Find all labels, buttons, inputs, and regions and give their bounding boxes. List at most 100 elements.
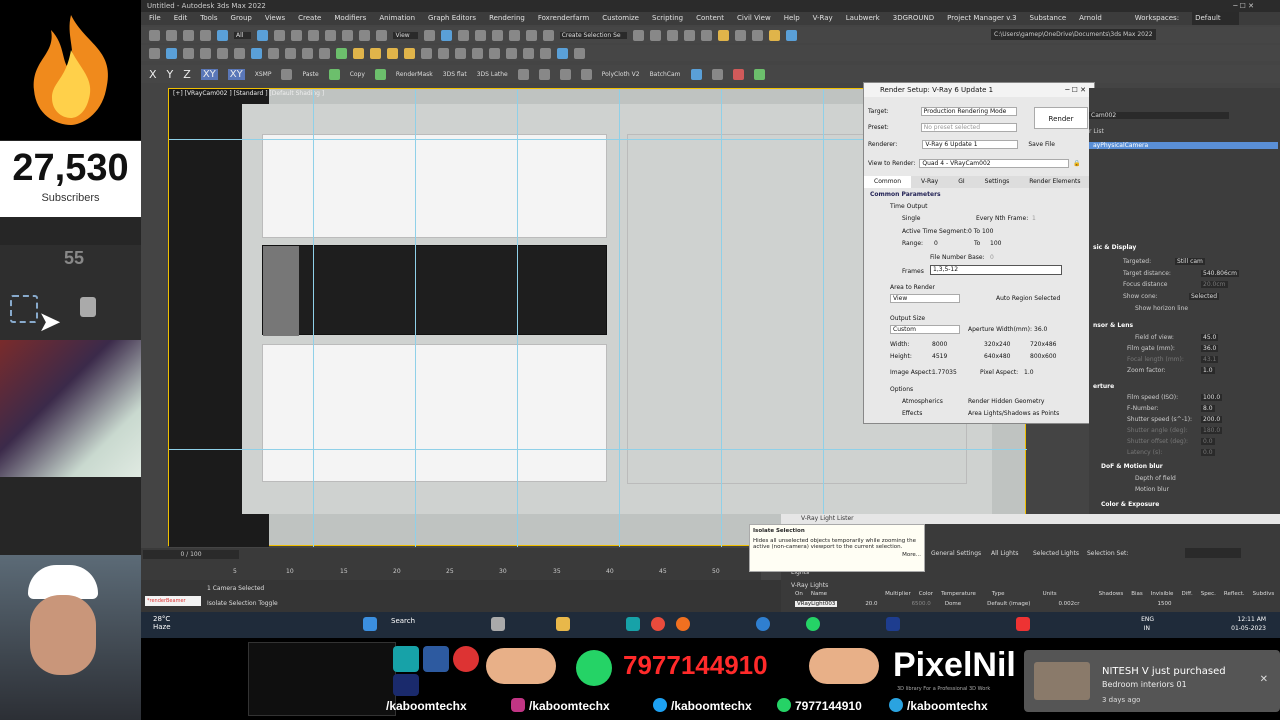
menu-project-manager[interactable]: Project Manager v.3 — [947, 12, 1016, 25]
green-tool-icon[interactable] — [753, 68, 765, 80]
reference-coord-select[interactable]: View — [393, 31, 418, 39]
targeted-select[interactable]: Still cam — [1175, 258, 1205, 265]
window-controls[interactable]: ─ ☐ ✕ — [1233, 0, 1254, 12]
height-input[interactable]: 4519 — [932, 353, 947, 360]
xsmp-button[interactable]: XSMP — [255, 71, 272, 78]
focus-distance-checkbox[interactable]: Focus distance — [1123, 281, 1167, 288]
common-parameters-rollout[interactable]: Common Parameters — [870, 191, 941, 198]
pivot-icon[interactable] — [423, 29, 435, 41]
menu-substance[interactable]: Substance — [1030, 12, 1067, 25]
view-to-render-select[interactable]: Quad 4 - VRayCam002 — [919, 159, 1070, 168]
render-setup-icon[interactable] — [734, 29, 746, 41]
axis-x-button[interactable]: X — [149, 68, 157, 81]
auto-region-checkbox[interactable]: Auto Region Selected — [996, 295, 1060, 302]
menu-3dground[interactable]: 3DGROUND — [893, 12, 934, 25]
active-segment-radio[interactable]: Active Time Segment: — [902, 228, 968, 235]
undo-icon[interactable] — [149, 29, 160, 41]
placement-icon[interactable] — [376, 29, 388, 41]
light-subdivs-field[interactable]: 1500 — [1157, 601, 1171, 607]
basic-display-rollout[interactable]: sic & Display — [1093, 244, 1136, 251]
menu-laubwerk[interactable]: Laubwerk — [846, 12, 880, 25]
material-editor-icon[interactable] — [717, 29, 729, 41]
vray-proxy-icon[interactable] — [217, 47, 228, 59]
vray-icon[interactable] — [785, 29, 797, 41]
tool-icon-d[interactable] — [580, 68, 592, 80]
output-size-select[interactable]: Custom — [890, 325, 960, 334]
start-icon[interactable] — [363, 617, 377, 631]
redo-icon[interactable] — [166, 29, 177, 41]
rendermask-button[interactable]: RenderMask — [396, 71, 433, 78]
project-path-field[interactable]: C:\Users\gamep\OneDrive\Documents\3ds Ma… — [991, 29, 1156, 40]
menu-group[interactable]: Group — [231, 12, 252, 25]
render-production-icon[interactable] — [768, 29, 780, 41]
named-selection-set[interactable]: Create Selection Se — [559, 31, 627, 39]
edit-named-sets-icon[interactable] — [542, 29, 554, 41]
link-icon[interactable] — [183, 29, 194, 41]
area-select[interactable]: View — [890, 294, 960, 303]
fov-input[interactable]: 45.0 — [1201, 334, 1219, 341]
bind-spacewarp-icon[interactable] — [217, 29, 228, 41]
light-temperature-field[interactable]: 6500.0 — [912, 601, 931, 607]
window-crossing-icon[interactable] — [308, 29, 320, 41]
fox-render-icon[interactable] — [732, 68, 744, 80]
vray-scatter-icon[interactable] — [353, 47, 364, 59]
tab-settings[interactable]: Settings — [975, 176, 1020, 188]
polycloth-button[interactable]: PolyCloth V2 — [602, 71, 640, 78]
save-file-checkbox[interactable]: Save File — [1028, 141, 1055, 148]
area-lights-checkbox[interactable]: Area Lights/Shadows as Points — [968, 410, 1059, 417]
width-input[interactable]: 8000 — [932, 341, 947, 348]
close-icon[interactable]: ✕ — [1260, 674, 1268, 685]
show-horizon-checkbox[interactable]: Show horizon line — [1135, 305, 1188, 312]
menu-animation[interactable]: Animation — [379, 12, 415, 25]
chrome-icon[interactable] — [651, 617, 665, 631]
select-by-name-icon[interactable] — [274, 29, 286, 41]
premiere-icon[interactable] — [886, 617, 900, 631]
render-button[interactable]: Render — [1034, 107, 1088, 129]
target-select[interactable]: Production Rendering Mode — [920, 107, 1017, 116]
aperture-input[interactable]: 36.0 — [1034, 326, 1047, 333]
railclone-icon[interactable] — [540, 47, 551, 59]
light-type-field[interactable]: Dome — [945, 601, 961, 607]
menu-foxrenderfarm[interactable]: Foxrenderfarm — [538, 12, 589, 25]
box-icon[interactable] — [455, 47, 466, 59]
preset-size-button[interactable]: 720x486 — [1030, 341, 1056, 348]
system-tray[interactable]: ENG IN 12:11 AM 01-05-2023 — [1141, 615, 1266, 633]
frames-input[interactable]: 1,3,5-12 — [930, 265, 1062, 275]
dof-rollout[interactable]: DoF & Motion blur — [1101, 463, 1163, 470]
vray-fb-icon[interactable] — [319, 47, 330, 59]
axis-y-button[interactable]: Y — [167, 68, 174, 81]
range-to-input[interactable]: 100 — [990, 240, 1001, 247]
menu-help[interactable]: Help — [784, 12, 800, 25]
fnumber-input[interactable]: 8.0 — [1201, 405, 1215, 412]
renderer-select[interactable]: V-Ray 6 Update 1 — [922, 140, 1019, 149]
vray-plane-icon[interactable] — [251, 47, 262, 59]
3ds-lathe-button[interactable]: 3DS Lathe — [477, 71, 508, 78]
lock-view-icon[interactable]: 🔒 — [1073, 160, 1080, 167]
selected-lights-radio[interactable]: Selected Lights — [1033, 550, 1079, 557]
edge-icon[interactable] — [756, 617, 770, 631]
vray-light-icon[interactable] — [149, 47, 160, 59]
tool-icon-a[interactable] — [517, 68, 529, 80]
3dsmax-taskbar-icon[interactable] — [626, 617, 640, 631]
menu-content[interactable]: Content — [696, 12, 724, 25]
shutter-angle-input[interactable]: 180.0 — [1201, 427, 1223, 434]
preset-size-button[interactable]: 800x600 — [1030, 353, 1056, 360]
tab-render-elements[interactable]: Render Elements — [1019, 176, 1090, 188]
tool-icon-b[interactable] — [538, 68, 550, 80]
modifier-stack-item[interactable]: ayPhysicalCamera — [1089, 142, 1278, 149]
light-units-field[interactable]: Default (image) — [987, 601, 1030, 607]
snaps-toggle-icon[interactable] — [474, 29, 486, 41]
chamfer-icon[interactable] — [506, 47, 517, 59]
mirror-icon[interactable] — [632, 29, 644, 41]
menu-tools[interactable]: Tools — [200, 12, 217, 25]
image-aspect-input[interactable]: 1.77035 — [932, 369, 957, 376]
render-compositor-icon[interactable] — [690, 68, 702, 80]
menu-views[interactable]: Views — [265, 12, 285, 25]
tab-gi[interactable]: GI — [948, 176, 974, 188]
vray-dome-icon[interactable] — [183, 47, 194, 59]
render-region-icon[interactable] — [574, 47, 585, 59]
menu-edit[interactable]: Edit — [174, 12, 188, 25]
close-icon[interactable]: ─ ☐ ✕ — [1065, 83, 1086, 97]
weather-widget[interactable]: 28°C Haze — [153, 615, 171, 631]
axis-xy-cycle-button[interactable]: XY — [227, 68, 245, 80]
